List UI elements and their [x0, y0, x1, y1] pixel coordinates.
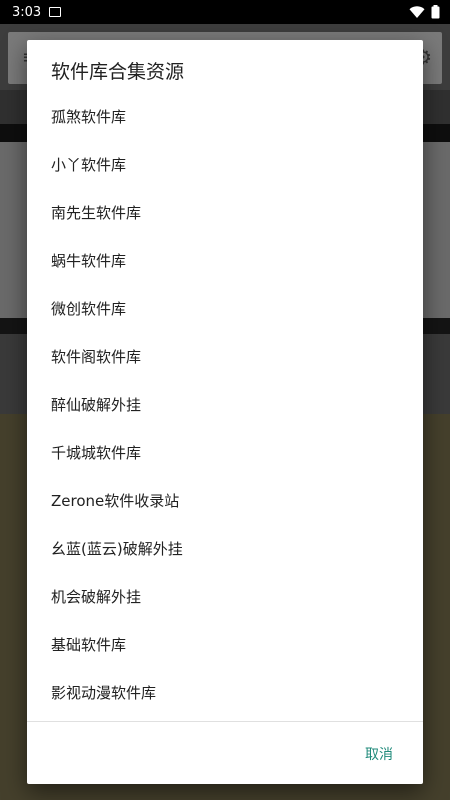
status-bar: 3:03	[0, 0, 450, 24]
status-time: 3:03	[12, 4, 42, 20]
list-item[interactable]: 蜗牛软件库	[27, 236, 423, 284]
cancel-button[interactable]: 取消	[355, 736, 403, 772]
status-right-icons	[409, 5, 440, 19]
list-item[interactable]: 小丫软件库	[27, 140, 423, 188]
list-item[interactable]: 醉仙破解外挂	[27, 380, 423, 428]
list-item[interactable]: 基础软件库	[27, 620, 423, 668]
list-item[interactable]: Zerone软件收录站	[27, 476, 423, 524]
list-item[interactable]: 南先生软件库	[27, 188, 423, 236]
dialog-list: 孤煞软件库 小丫软件库 南先生软件库 蜗牛软件库 微创软件库 软件阁软件库 醉仙…	[27, 92, 423, 716]
list-item[interactable]: 微创软件库	[27, 284, 423, 332]
wifi-icon	[409, 6, 425, 18]
list-item[interactable]: 千城城软件库	[27, 428, 423, 476]
battery-icon	[431, 5, 440, 19]
list-item[interactable]: 影视动漫软件库	[27, 668, 423, 716]
list-item[interactable]: 孤煞软件库	[27, 92, 423, 140]
list-item[interactable]: 机会破解外挂	[27, 572, 423, 620]
list-item[interactable]: 软件阁软件库	[27, 332, 423, 380]
list-item[interactable]: 幺蓝(蓝云)破解外挂	[27, 524, 423, 572]
dialog-divider	[27, 721, 423, 722]
image-icon	[49, 7, 62, 17]
resource-dialog: 软件库合集资源 孤煞软件库 小丫软件库 南先生软件库 蜗牛软件库 微创软件库 软…	[27, 40, 423, 784]
dialog-title: 软件库合集资源	[51, 61, 185, 83]
